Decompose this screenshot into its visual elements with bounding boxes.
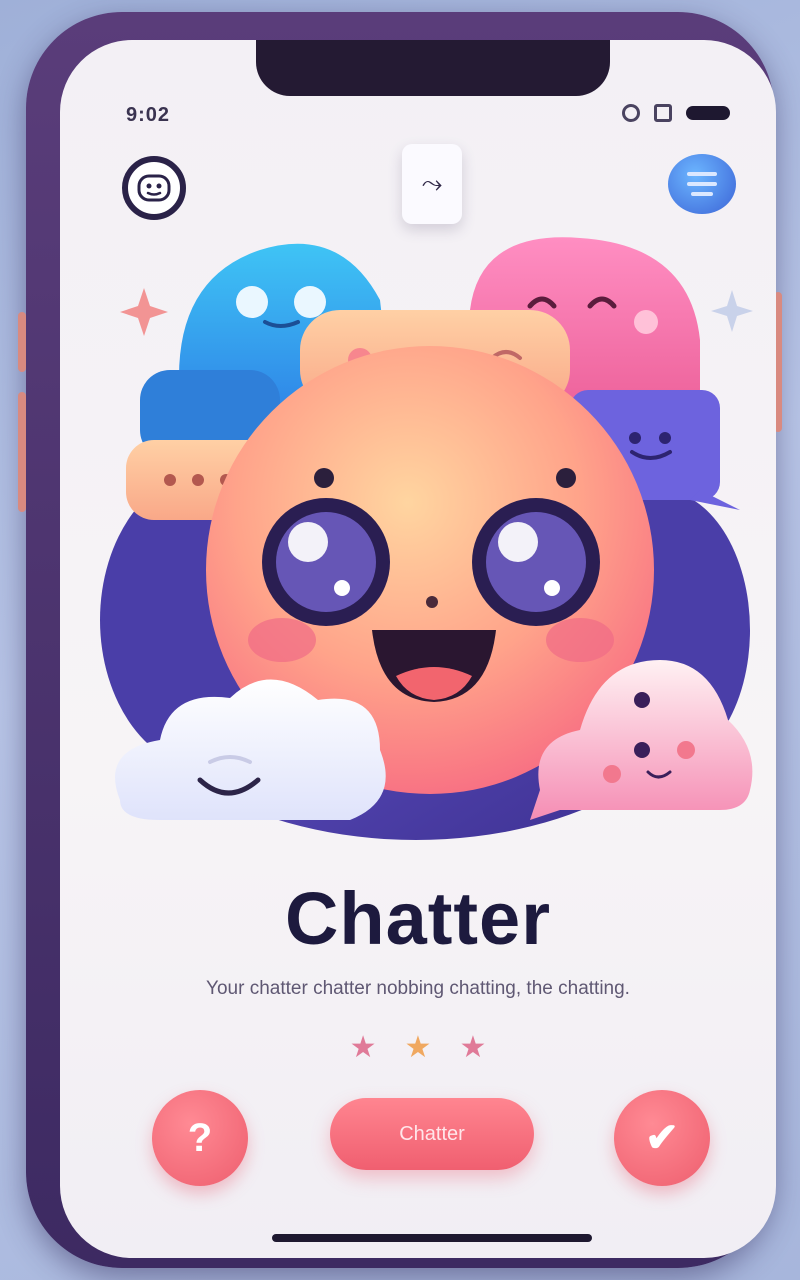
primary-action-button[interactable]: Chatter bbox=[330, 1098, 534, 1170]
heart-check-icon: ✔ bbox=[645, 1116, 679, 1160]
side-button-lower bbox=[18, 392, 26, 512]
side-button-upper bbox=[18, 312, 26, 372]
star-icon: ★ bbox=[349, 1031, 377, 1064]
status-time: 9:02 bbox=[126, 104, 171, 126]
screen: 9:02 ⤳ Chatter Your chatter chatter nobb… bbox=[60, 40, 776, 1258]
status-icons bbox=[622, 104, 730, 122]
star-icon: ★ bbox=[459, 1031, 487, 1064]
help-button[interactable]: ? bbox=[152, 1090, 248, 1186]
app-tagline: Your chatter chatter nobbing chatting, t… bbox=[206, 978, 630, 999]
phone-frame: 9:02 ⤳ Chatter Your chatter chatter nobb… bbox=[18, 12, 782, 1268]
chat-line-icon bbox=[687, 182, 717, 186]
like-button[interactable]: ✔ bbox=[614, 1090, 710, 1186]
sparkle-icon bbox=[120, 288, 168, 336]
app-title: Chatter bbox=[284, 877, 552, 960]
wifi-icon bbox=[622, 104, 640, 122]
sparkle-icon bbox=[711, 290, 753, 332]
question-icon: ? bbox=[187, 1115, 213, 1160]
primary-action-label: Chatter bbox=[399, 1122, 465, 1145]
chat-bubble-icon bbox=[687, 172, 717, 176]
battery-icon bbox=[686, 106, 730, 120]
star-icon: ★ bbox=[404, 1031, 432, 1064]
hero-illustration bbox=[100, 237, 753, 840]
notch bbox=[256, 40, 610, 96]
home-indicator[interactable] bbox=[272, 1234, 592, 1242]
signal-icon bbox=[654, 104, 672, 122]
rating-stars: ★ ★ ★ bbox=[60, 1030, 776, 1065]
